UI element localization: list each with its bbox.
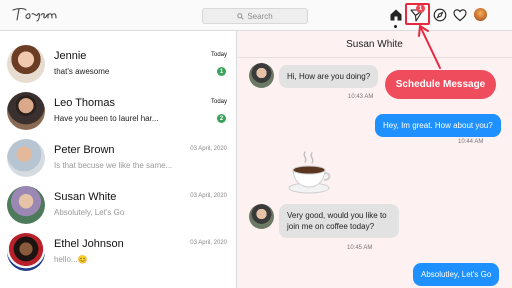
message-bubble-incoming: Hi, How are you doing? <box>279 65 379 88</box>
avatar <box>7 139 45 177</box>
search-placeholder: Search <box>247 11 273 21</box>
conversation-preview: Is that becuse we like the same... <box>54 161 173 170</box>
message-avatar <box>249 63 274 88</box>
search-input[interactable]: Search <box>202 8 308 24</box>
coffee-cup-image <box>288 151 331 194</box>
message-bubble-outgoing: Absolutley, Let's Go <box>413 263 500 286</box>
conversation-time: 03 April, 2020 <box>190 240 227 246</box>
conversation-name: Susan White <box>54 191 117 203</box>
avatar <box>7 45 45 83</box>
message-time: 10:43 AM <box>348 94 374 100</box>
conversation-name: Peter Brown <box>54 144 115 156</box>
unread-badge: 1 <box>217 67 226 76</box>
unread-badge: 2 <box>217 114 226 123</box>
avatar <box>7 233 45 271</box>
highlight-box <box>405 3 430 25</box>
conversation-time: 03 April, 2020 <box>190 193 227 199</box>
explore-compass-icon[interactable] <box>432 7 447 22</box>
avatar <box>7 92 45 130</box>
profile-avatar[interactable] <box>474 8 487 21</box>
home-icon[interactable] <box>388 7 403 22</box>
conversation-preview: that's awesome <box>54 67 110 76</box>
conversation-item-leo-thomas[interactable]: Leo Thomas Have you been to laurel har..… <box>0 87 236 134</box>
conversation-item-jennie[interactable]: Jennie that's awesome Today 1 <box>0 40 236 87</box>
conversation-name: Ethel Johnson <box>54 238 124 250</box>
schedule-message-button[interactable]: Schedule Message <box>385 70 496 99</box>
conversation-time: 03 April, 2020 <box>190 146 227 152</box>
conversation-name: Jennie <box>54 50 87 62</box>
conversation-item-peter-brown[interactable]: Peter Brown Is that becuse we like the s… <box>0 134 236 181</box>
active-indicator <box>394 25 397 28</box>
message-avatar <box>249 204 274 229</box>
conversation-preview: Have you been to laurel har... <box>54 114 159 123</box>
message-time: 10:45 AM <box>347 245 373 251</box>
search-icon <box>237 12 244 20</box>
heart-icon[interactable] <box>452 7 467 22</box>
conversation-item-ethel-johnson[interactable]: Ethel Johnson hello...😊 03 April, 2020 <box>0 228 236 275</box>
conversation-preview: hello...😊 <box>54 255 88 264</box>
conversation-time: Today <box>210 99 227 105</box>
chat-contact-name: Susan White <box>346 38 403 50</box>
message-time: 10:44 AM <box>458 139 484 145</box>
conversation-item-susan-white[interactable]: Susan White Absolutely, Let's Go 03 Apri… <box>0 181 236 228</box>
conversation-name: Leo Thomas <box>54 97 115 109</box>
message-bubble-incoming: Very good, would you like to join me on … <box>279 204 399 238</box>
conversation-list: Jennie that's awesome Today 1 Leo Thomas… <box>0 31 237 288</box>
top-bar: Search 1 <box>0 0 512 31</box>
message-bubble-outgoing: Hey, Im great. How about you? <box>375 114 501 137</box>
chat-header: Susan White <box>237 31 512 58</box>
conversation-time: Today <box>210 52 227 58</box>
conversation-preview: Absolutely, Let's Go <box>54 208 125 217</box>
avatar <box>7 186 45 224</box>
app-logo[interactable] <box>10 4 70 24</box>
